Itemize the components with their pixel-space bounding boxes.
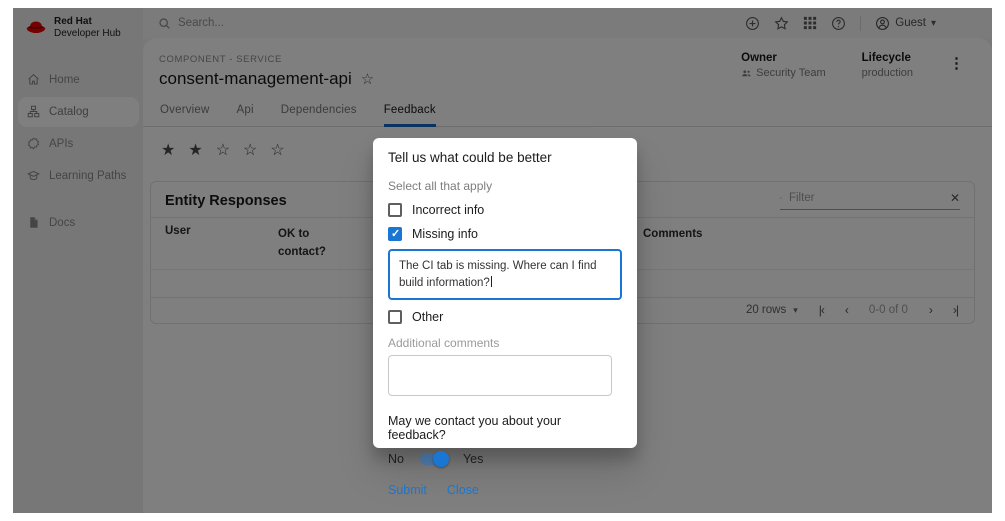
toggle-off-label: No: [388, 452, 404, 466]
other-checkbox[interactable]: [388, 310, 402, 324]
checkbox-row-other: Other: [388, 310, 622, 324]
text-cursor: [491, 276, 492, 287]
feedback-textarea[interactable]: The CI tab is missing. Where can I find …: [388, 249, 622, 300]
contact-toggle-row: No Yes: [388, 452, 622, 466]
dialog-title: Tell us what could be better: [388, 150, 622, 165]
checkbox-label: Other: [412, 310, 443, 324]
submit-button[interactable]: Submit: [388, 483, 427, 497]
additional-comments-textarea[interactable]: [388, 355, 612, 396]
contact-toggle[interactable]: [420, 453, 447, 465]
incorrect-info-checkbox[interactable]: [388, 203, 402, 217]
app-window: Red Hat Developer Hub Home Catalog APIs …: [13, 8, 992, 513]
dialog-subtitle: Select all that apply: [388, 179, 622, 193]
checkbox-label: Missing info: [412, 227, 478, 241]
feedback-dialog: Tell us what could be better Select all …: [373, 138, 637, 448]
additional-comments-label: Additional comments: [388, 336, 622, 350]
checkbox-label: Incorrect info: [412, 203, 484, 217]
checkbox-row-missing-info: Missing info: [388, 227, 622, 241]
close-button[interactable]: Close: [447, 483, 479, 497]
missing-info-checkbox[interactable]: [388, 227, 402, 241]
contact-question: May we contact you about your feedback?: [388, 414, 622, 442]
toggle-knob-icon: [433, 451, 449, 467]
toggle-on-label: Yes: [463, 452, 483, 466]
checkbox-row-incorrect-info: Incorrect info: [388, 203, 622, 217]
